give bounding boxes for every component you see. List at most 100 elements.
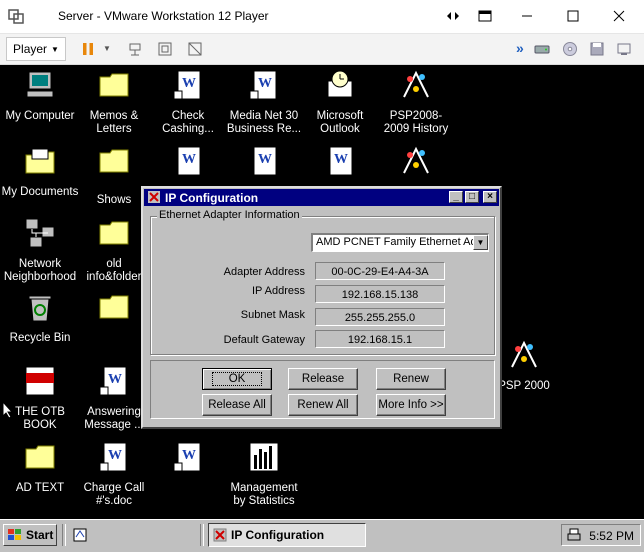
network-config-icon [148, 191, 160, 203]
desktop-icon-management-statistics[interactable]: Management by Statistics [224, 441, 304, 508]
unity-mode-icon[interactable] [187, 41, 203, 57]
more-info-button-label: More Info >> [378, 399, 444, 411]
floppy-icon[interactable] [589, 41, 605, 57]
dialog-close-button[interactable]: × [483, 191, 497, 203]
pause-icon[interactable] [80, 41, 96, 57]
dialog-maximize-button[interactable]: □ [465, 191, 479, 203]
desktop-icon-microsoft-row2[interactable]: W [300, 145, 380, 186]
renew-button[interactable]: Renew [376, 368, 446, 390]
taskbar: Start IP Configuration 5:52 PM [0, 519, 644, 552]
psp-icon [511, 340, 537, 368]
chevron-down-icon[interactable]: ▼ [473, 235, 488, 250]
taskbar-item-ip-configuration[interactable]: IP Configuration [208, 523, 366, 547]
full-screen-button[interactable] [462, 0, 508, 32]
svg-text:W: W [182, 76, 196, 91]
desktop-icon-label: Network Neighborhood [3, 258, 77, 283]
desktop-icon-media-net[interactable]: W Media Net 30 Business Re... [224, 69, 304, 136]
taskbar-separator [62, 524, 66, 546]
chevron-down-icon: ▼ [51, 44, 59, 54]
svg-text:W: W [182, 448, 196, 463]
release-all-button-label: Release All [208, 399, 266, 411]
system-tray: 5:52 PM [561, 524, 641, 546]
folder-icon [25, 445, 55, 469]
desktop-icon-ad-text[interactable]: AD TEXT [0, 441, 80, 495]
desktop-icon-label: Microsoft Outlook [316, 110, 364, 135]
more-chevron-icon[interactable]: » [516, 40, 532, 56]
svg-text:W: W [108, 372, 122, 387]
maximize-icon: □ [468, 191, 476, 202]
desktop-icon-label: Memos & Letters [89, 110, 139, 135]
hard-disk-icon[interactable] [534, 41, 550, 57]
adapter-address-value: 00-0C-29-E4-A4-3A [315, 262, 445, 280]
desktop-icon-doc-row2b[interactable]: W [224, 145, 304, 186]
desktop-icon-network-neighborhood[interactable]: Network Neighborhood [0, 217, 80, 284]
desktop-icon-check-cashing[interactable]: W Check Cashing... [148, 69, 228, 136]
adapter-select[interactable]: AMD PCNET Family Ethernet Ada ▼ [311, 233, 489, 252]
desktop-icon-my-documents[interactable]: My Documents [0, 145, 80, 199]
folder-icon [99, 295, 129, 319]
adapter-address-label: Adapter Address [223, 266, 305, 278]
desktop-icon-label: PSP2008- 2009 History [383, 110, 449, 135]
desktop-icon-charge-call[interactable]: W Charge Call #'s.doc [74, 441, 154, 508]
svg-text:W: W [108, 448, 122, 463]
taskbar-separator [200, 524, 204, 546]
desktop-icon-otb-book[interactable]: THE OTB BOOK [0, 365, 80, 432]
start-label: Start [26, 528, 54, 542]
maximize-button[interactable] [550, 0, 596, 32]
group-label: Ethernet Adapter Information [157, 209, 302, 221]
desktop-icon-label: My Documents [1, 186, 79, 198]
subnet-mask-value: 255.255.255.0 [315, 308, 445, 326]
psp-icon [403, 146, 429, 174]
folder-icon [99, 221, 129, 245]
release-button-label: Release [301, 373, 345, 385]
word-document-icon: W [177, 146, 201, 176]
recycle-bin-icon [28, 295, 52, 322]
desktop-icon-recycle-bin[interactable]: Recycle Bin [0, 291, 80, 345]
ok-button[interactable]: OK [202, 368, 272, 390]
start-button[interactable]: Start [3, 524, 57, 546]
close-button[interactable] [596, 0, 642, 32]
pause-dropdown-icon[interactable]: ▼ [103, 44, 119, 60]
windows-logo-icon [8, 529, 21, 540]
minimize-button[interactable] [504, 0, 550, 32]
desktop-icon-memos-letters[interactable]: Memos & Letters [74, 69, 154, 136]
player-menu-button[interactable]: Player ▼ [6, 37, 66, 61]
ip-address-label: IP Address [252, 285, 305, 297]
close-icon: × [487, 191, 493, 202]
desktop-icon-doc-row2a[interactable]: W [148, 145, 228, 186]
desktop-icon-my-computer[interactable]: My Computer [0, 69, 80, 123]
desktop-icon-label: Management by Statistics [230, 482, 298, 507]
removable-devices-icon[interactable] [127, 41, 143, 57]
printer-icon[interactable] [566, 527, 582, 543]
word-document-icon: W [329, 146, 353, 176]
mouse-pointer-icon [2, 401, 14, 419]
renew-all-button[interactable]: Renew All [288, 394, 358, 416]
desktop-icon-doc-row6[interactable]: W [148, 441, 228, 482]
network-adapter-icon[interactable] [616, 41, 632, 57]
release-all-button[interactable]: Release All [202, 394, 272, 416]
default-gateway-value: 192.168.15.1 [315, 330, 445, 348]
adapter-select-value: AMD PCNET Family Ethernet Ada [316, 236, 483, 248]
word-document-icon: W [173, 442, 201, 472]
quick-launch-icon[interactable] [72, 527, 88, 543]
more-info-button[interactable]: More Info >> [376, 394, 446, 416]
fit-window-icon[interactable] [157, 41, 173, 57]
cd-rom-icon[interactable] [562, 41, 578, 57]
release-button[interactable]: Release [288, 368, 358, 390]
host-window-title: Server - VMware Workstation 12 Player [58, 9, 269, 23]
full-screen-icon [478, 10, 492, 22]
ok-button-label: OK [211, 372, 263, 386]
psp-icon [403, 70, 429, 98]
svg-text:W: W [334, 152, 348, 167]
action-button-panel: OK Release Renew Release All Renew All M… [150, 360, 495, 419]
ip-address-value: 192.168.15.138 [315, 285, 445, 303]
desktop-icon-psp2008[interactable]: PSP2008- 2009 History [376, 69, 456, 136]
word-document-icon: W [253, 146, 277, 176]
network-config-icon [213, 528, 227, 542]
desktop-icon-psp2010[interactable] [376, 145, 456, 186]
minimize-icon [522, 15, 532, 17]
dialog-minimize-button[interactable]: _ [449, 191, 463, 203]
subnet-mask-label: Subnet Mask [240, 309, 305, 321]
dialog-title-bar[interactable]: IP Configuration _ □ × [144, 189, 499, 206]
desktop-icon-microsoft-outlook[interactable]: Microsoft Outlook [300, 69, 380, 136]
